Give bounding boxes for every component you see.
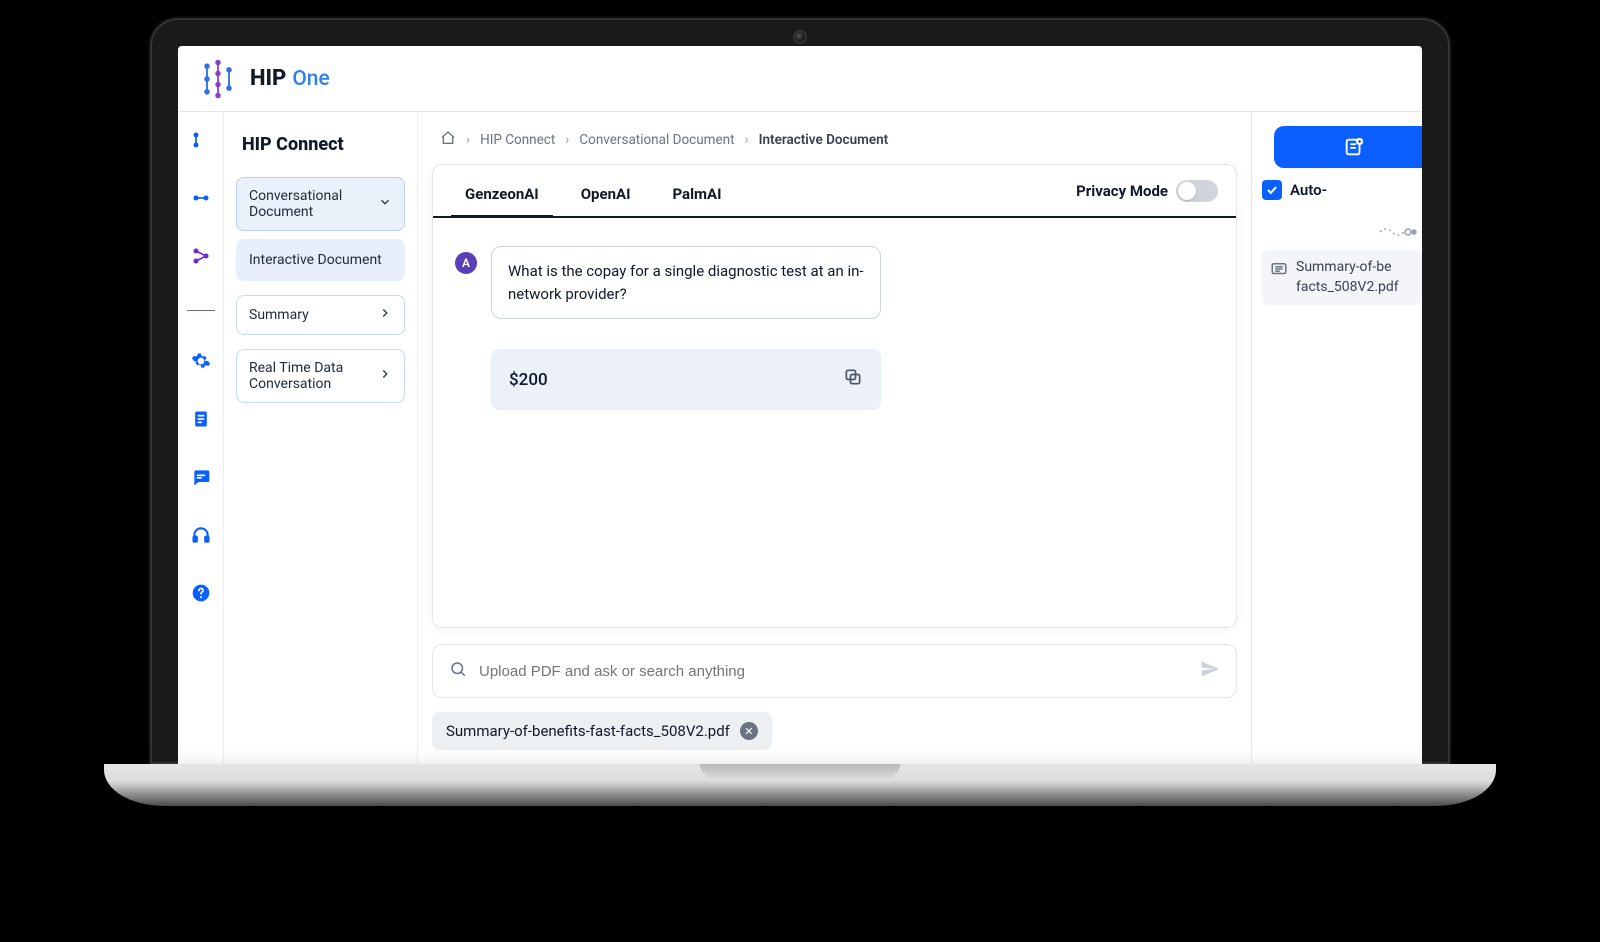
source-file-label: Summary-of-be facts_508V2.pdf: [1296, 258, 1414, 297]
chevron-right-icon: ›: [565, 132, 569, 148]
send-icon[interactable]: [1200, 659, 1220, 683]
privacy-mode-label: Privacy Mode: [1076, 182, 1168, 200]
laptop-frame: HIP One: [150, 18, 1450, 806]
chevron-right-icon: [378, 306, 392, 324]
breadcrumb-item[interactable]: HIP Connect: [480, 132, 555, 148]
privacy-mode-toggle[interactable]: [1176, 180, 1218, 202]
copy-icon[interactable]: [843, 367, 863, 392]
sidebar-item-interactive-document[interactable]: Interactive Document: [236, 239, 405, 281]
chat-icon[interactable]: [191, 467, 211, 491]
sidebar-item-label: Interactive Document: [249, 252, 382, 268]
rail-nodes-icon[interactable]: [191, 130, 211, 154]
model-tabs: GenzeonAI OpenAI PalmAI Privacy Mode: [433, 165, 1236, 218]
assistant-answer-text: $200: [509, 370, 548, 390]
camera-icon: [795, 32, 805, 42]
laptop-notch: [700, 764, 900, 778]
sidebar-item-summary[interactable]: Summary: [236, 295, 405, 335]
source-file-item[interactable]: Summary-of-be facts_508V2.pdf: [1262, 250, 1422, 305]
avatar: A: [455, 252, 477, 274]
sidebar-item-realtime-data-conversation[interactable]: Real Time Data Conversation: [236, 349, 405, 403]
attached-files-row: Summary-of-benefits-fast-facts_508V2.pdf…: [432, 712, 1237, 750]
main-panel: › HIP Connect › Conversational Document …: [418, 112, 1252, 764]
user-question-bubble: What is the copay for a single diagnosti…: [491, 246, 881, 319]
rail-link-icon[interactable]: [191, 188, 211, 212]
privacy-mode-control: Privacy Mode: [1076, 180, 1218, 212]
document-icon[interactable]: [191, 409, 211, 433]
logo-icon: [196, 57, 240, 101]
chevron-down-icon: [378, 195, 392, 213]
laptop-bezel: HIP One: [150, 18, 1450, 764]
search-icon: [449, 660, 467, 682]
home-icon[interactable]: [440, 130, 456, 150]
auto-label: Auto-: [1290, 181, 1327, 199]
chevron-right-icon: ›: [745, 132, 749, 148]
file-chip-label: Summary-of-benefits-fast-facts_508V2.pdf: [446, 722, 730, 740]
sidebar-item-conversational-document[interactable]: Conversational Document: [236, 177, 405, 231]
icon-rail: [178, 112, 224, 764]
tab-palmai[interactable]: PalmAI: [658, 175, 735, 218]
rail-divider: [187, 310, 215, 311]
chat-input-row: [432, 644, 1237, 698]
right-panel: Auto- Summary-of-be facts_508V2.pdf: [1252, 112, 1422, 764]
chevron-right-icon: ›: [466, 132, 470, 148]
help-icon[interactable]: [191, 583, 211, 607]
chat-card: GenzeonAI OpenAI PalmAI Privacy Mode: [432, 164, 1237, 628]
brand-suffix: One: [292, 67, 329, 91]
sidebar: HIP Connect Conversational Document Inte…: [224, 112, 418, 764]
headphones-icon[interactable]: [191, 525, 211, 549]
new-conversation-button[interactable]: [1274, 126, 1422, 168]
app-header: HIP One: [178, 46, 1422, 112]
assistant-answer-bubble: $200: [491, 349, 881, 410]
remove-file-button[interactable]: ✕: [740, 722, 758, 740]
breadcrumb: › HIP Connect › Conversational Document …: [432, 130, 1237, 164]
breadcrumb-item[interactable]: Conversational Document: [579, 132, 734, 148]
chat-input[interactable]: [479, 663, 1188, 680]
auto-checkbox[interactable]: [1262, 180, 1282, 200]
sidebar-item-label: Real Time Data Conversation: [249, 360, 378, 392]
tab-openai[interactable]: OpenAI: [567, 175, 645, 218]
chevron-right-icon: [378, 367, 392, 385]
chat-area: A What is the copay for a single diagnos…: [433, 218, 1236, 627]
app-body: HIP Connect Conversational Document Inte…: [178, 112, 1422, 764]
breadcrumb-item-current: Interactive Document: [759, 132, 889, 148]
file-chip: Summary-of-benefits-fast-facts_508V2.pdf…: [432, 712, 772, 750]
sidebar-item-label: Summary: [249, 307, 309, 323]
user-message-row: A What is the copay for a single diagnos…: [455, 246, 1214, 319]
tab-genzeonai[interactable]: GenzeonAI: [451, 175, 553, 218]
brand-name: HIP: [250, 66, 286, 91]
rail-branch-icon[interactable]: [191, 246, 211, 270]
gear-icon[interactable]: [191, 351, 211, 375]
connector-icon: [1262, 222, 1422, 242]
auto-toggle-row: Auto-: [1262, 180, 1422, 200]
sidebar-item-label: Conversational Document: [249, 188, 378, 220]
app-screen: HIP One: [178, 46, 1422, 764]
laptop-base: [104, 764, 1496, 806]
sidebar-title: HIP Connect: [242, 134, 399, 155]
